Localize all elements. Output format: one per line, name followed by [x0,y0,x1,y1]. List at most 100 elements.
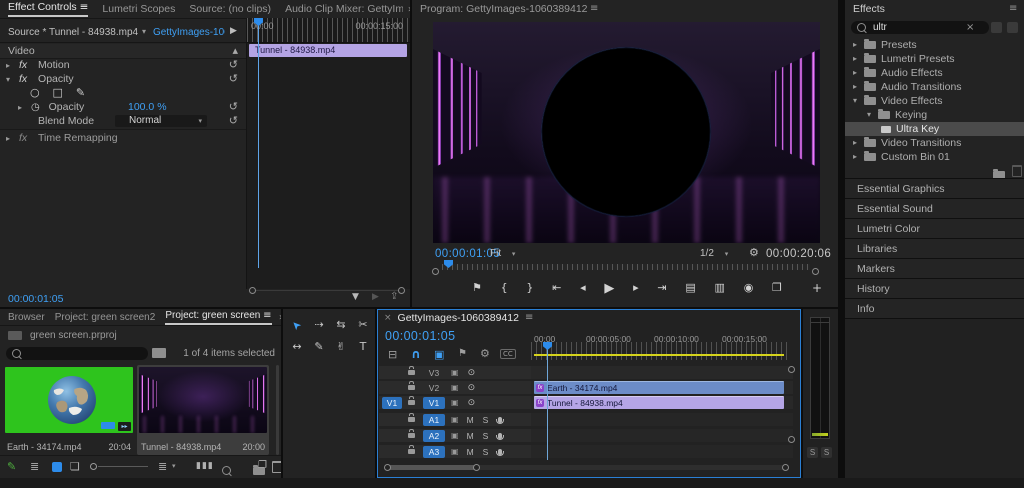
eye-icon[interactable]: ⊙ [468,368,476,378]
go-to-in-button[interactable]: ⇤ [552,281,561,296]
mute-button[interactable]: M [467,447,474,457]
solo-right-button[interactable]: S [821,447,832,458]
tab-source-monitor[interactable]: Source: (no clips) [189,3,271,15]
export-frame-button[interactable]: ◉ [744,281,754,296]
chevron-right-icon[interactable]: ▸ [851,136,859,150]
accelerated-effects-badge-icon[interactable] [991,22,1002,33]
tab-project-green-screen2[interactable]: Project: green screen2 [55,312,156,323]
scrubber-handle-right[interactable] [812,268,819,275]
chevron-right-icon[interactable]: ▸ [18,101,22,115]
mark-out-button[interactable]: } [526,281,533,296]
reset-icon[interactable]: ↺ [229,72,238,86]
type-tool[interactable]: T [354,339,372,355]
scroll-handle-left[interactable] [384,464,391,471]
clip-earth[interactable]: fxEarth - 34174.mp4 [534,381,784,394]
v-scroll-bottom-handle[interactable] [788,436,795,443]
step-back-button[interactable]: ◂ [580,281,586,296]
effects-tree-item[interactable]: ▸Custom Bin 01 [845,150,1024,164]
panel-menu-icon[interactable]: ≡ [590,3,598,14]
program-scrubber[interactable] [442,264,810,270]
blend-mode-dropdown[interactable]: Normal ▾ [115,115,207,127]
clear-search-icon[interactable]: × [966,22,974,33]
effects-tree-item[interactable]: ▾Video Effects [845,94,1024,108]
scroll-handle-left[interactable] [249,287,256,294]
panel-tab-info[interactable]: Info [845,298,1024,319]
track-sync-icon[interactable]: ▣ [451,383,459,392]
mic-icon[interactable] [498,433,502,439]
pen-mask-icon[interactable]: ✎ [76,86,85,100]
solo-button[interactable]: S [483,415,489,425]
effects-tree-item[interactable]: ▾Keying [845,108,1024,122]
panel-tab-markers[interactable]: Markers [845,258,1024,279]
chevron-down-icon[interactable]: ▾ [851,94,859,108]
project-writable-icon[interactable]: ✎ [7,460,16,473]
slip-tool[interactable]: ↔ [288,339,306,355]
track-lane-v3[interactable] [531,366,793,379]
program-video-frame[interactable] [433,22,820,243]
mute-button[interactable]: M [467,431,474,441]
timeline-settings-wrench-icon[interactable]: ⚙ [480,347,490,360]
chevron-right-icon[interactable]: ▸ [6,132,10,146]
v-scroll-top-handle[interactable] [788,366,795,373]
solo-button[interactable]: S [483,431,489,441]
filter-properties-icon[interactable]: ▼ [352,292,359,302]
track-select-forward-tool[interactable]: ⇢ [310,317,328,333]
snap-magnet-icon[interactable]: ∩ [411,347,421,361]
linked-selection-icon[interactable]: ▣ [434,348,444,361]
h-scrollbar[interactable] [250,290,404,291]
thumbnail-zoom-slider[interactable] [98,466,148,467]
find-button[interactable] [222,466,231,475]
timeline-playhead[interactable] [547,348,548,460]
track-sync-icon[interactable]: ▣ [451,431,459,440]
tab-audio-clip-mixer[interactable]: Audio Clip Mixer: GettyImages-106038941 [285,3,403,15]
comparison-view-button[interactable]: ❐ [772,281,782,296]
work-area-bar[interactable] [534,354,784,356]
captions-icon[interactable]: CC [500,349,516,359]
tab-media-browser[interactable]: Browser [8,312,45,323]
panel-menu-icon[interactable]: ≡ [525,312,533,323]
tab-project-green-screen[interactable]: Project: green screen ≡ [165,310,271,325]
chevron-down-icon[interactable]: ▾ [6,73,10,87]
mark-in-button[interactable]: { [501,281,508,296]
solo-button[interactable]: S [483,447,489,457]
track-button-v1[interactable]: V1 [423,397,445,409]
mute-button[interactable]: M [467,415,474,425]
razor-tool[interactable]: ✂ [354,317,372,333]
scrubber-handle-left[interactable] [432,268,439,275]
rect-mask-icon[interactable]: □ [53,86,63,100]
mini-clip-tunnel[interactable]: Tunnel - 84938.mp4 [249,44,407,57]
mic-icon[interactable] [498,449,502,455]
lock-icon[interactable] [408,385,415,390]
solo-left-button[interactable]: S [807,447,818,458]
automate-to-sequence-button[interactable]: ▮▮▮ [196,461,214,471]
lock-icon[interactable] [408,417,415,422]
timeline-tab[interactable]: GettyImages-1060389412 [398,312,519,324]
sort-icons-button[interactable]: ≣ [158,460,167,473]
pen-tool[interactable]: ✎ [310,339,328,355]
source-patch-v1[interactable]: V1 [382,397,402,409]
track-button-a3[interactable]: A3 [423,446,445,458]
track-lane-a1[interactable] [531,413,793,426]
play-toggle-icon[interactable]: ▶ [230,26,237,36]
opacity-param-row[interactable]: ▸ ◷ Opacity 100.0 % ↺ [0,100,246,114]
go-to-out-button[interactable]: ⇥ [657,281,666,296]
effects-tree-item[interactable]: ▸Audio Transitions [845,80,1024,94]
effects-search-box[interactable]: × [851,21,989,34]
project-search-input[interactable] [26,347,130,360]
project-scrollbar[interactable] [276,365,279,455]
motion-effect-row[interactable]: ▸ fx Motion ↺ [0,58,246,72]
tab-lumetri-scopes[interactable]: Lumetri Scopes [102,3,175,15]
chevron-right-icon[interactable]: ▸ [6,59,10,73]
project-item-tunnel[interactable]: Tunnel - 84938.mp4 20:00 [137,365,269,455]
freeform-view-button[interactable]: ❏ [70,460,80,473]
tab-overflow-icon[interactable]: » [279,312,281,323]
add-marker-button[interactable]: ⚑ [472,281,482,296]
project-item-earth[interactable]: ▸▸ Earth - 34174.mp4 20:04 [3,365,135,455]
track-button-a1[interactable]: A1 [423,414,445,426]
playback-resolution-dropdown[interactable]: 1/2 ▾ [700,248,744,261]
bin-navigation-icon[interactable] [152,348,166,358]
button-editor-plus[interactable]: + [812,281,822,295]
time-remapping-row[interactable]: ▸ fx Time Remapping [0,131,246,145]
new-item-button[interactable]: ❐ [258,460,267,471]
effects-tree-item[interactable]: ▸Audio Effects [845,66,1024,80]
